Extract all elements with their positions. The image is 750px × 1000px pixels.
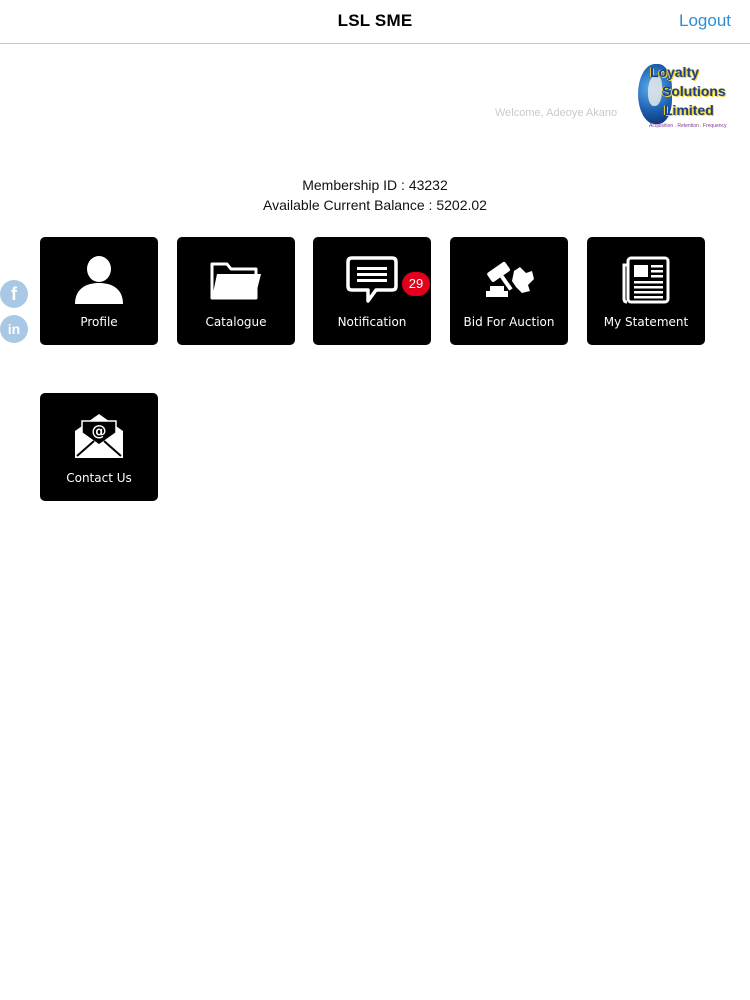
tile-label: Bid For Auction [463, 315, 555, 329]
tile-label: Catalogue [205, 315, 267, 329]
gavel-icon [450, 253, 568, 307]
membership-info: Membership ID : 43232 Available Current … [0, 175, 750, 215]
welcome-text: Welcome, Adeoye Akano [495, 107, 618, 119]
tile-label: Contact Us [66, 471, 132, 485]
logo-tagline: Acquisition . Retention . Frequency [649, 123, 727, 129]
user-icon [40, 253, 158, 307]
linkedin-icon: in [7, 321, 21, 337]
logo-line-2: Solutions [662, 83, 726, 99]
envelope-icon: @ [40, 409, 158, 463]
nav-title: LSL SME [337, 11, 413, 30]
logo-line-3: Limited [664, 102, 714, 118]
linkedin-button[interactable]: in [0, 315, 28, 343]
membership-id: Membership ID : 43232 [302, 177, 448, 193]
tile-label: My Statement [603, 315, 689, 329]
tile-contact-us[interactable]: @ Contact Us [40, 393, 158, 501]
tile-bid-for-auction[interactable]: Bid For Auction [450, 237, 568, 345]
facebook-icon: f [11, 284, 17, 304]
logo-line-1: Loyalty [650, 64, 700, 80]
folder-icon [177, 253, 295, 307]
company-logo: Loyalty Solutions Limited Acquisition . … [636, 60, 727, 134]
tile-label: Notification [337, 315, 407, 329]
newspaper-icon [587, 253, 705, 307]
tile-catalogue[interactable]: Catalogue [177, 237, 295, 345]
notification-badge: 29 [402, 272, 430, 296]
logout-button[interactable]: Logout [679, 11, 731, 31]
tile-my-statement[interactable]: My Statement [587, 237, 705, 345]
tile-notification[interactable]: 29 Notification [313, 237, 431, 345]
available-balance: Available Current Balance : 5202.02 [263, 197, 487, 213]
nav-bar: LSL SME Logout [0, 0, 750, 44]
facebook-button[interactable]: f [0, 280, 28, 308]
tile-label: Profile [80, 315, 118, 329]
tile-profile[interactable]: Profile [40, 237, 158, 345]
svg-text:@: @ [92, 422, 107, 440]
